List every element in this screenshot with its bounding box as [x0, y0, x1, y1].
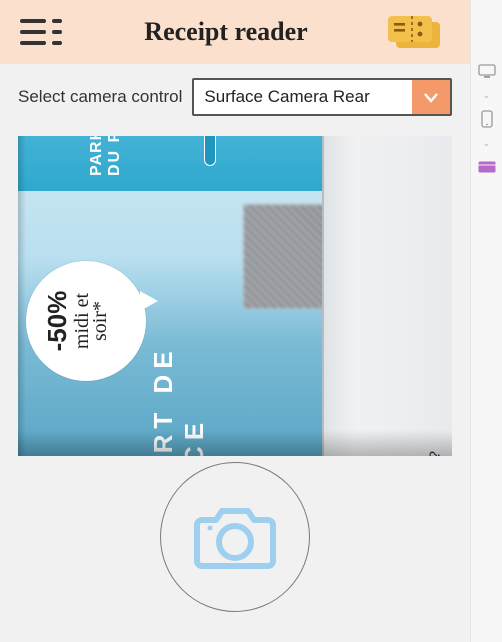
app-title: Receipt reader	[78, 17, 374, 47]
card-preview-icon[interactable]	[477, 158, 497, 176]
ticket-icon	[386, 12, 450, 52]
camera-select[interactable]: Surface Camera Rear	[192, 78, 452, 116]
device-preview-rail: ⌄ ⌄	[470, 0, 502, 642]
chevron-down-icon[interactable]: ⌄	[477, 134, 497, 152]
capture-button[interactable]	[160, 462, 310, 612]
receipt-header-text: PARKINGS DU PORT	[88, 136, 123, 176]
camera-icon	[192, 502, 278, 572]
camera-select-label: Select camera control	[18, 87, 182, 107]
app-frame: Receipt reader Select camera control Sur…	[0, 0, 470, 642]
desktop-preview-icon[interactable]	[477, 62, 497, 80]
phone-preview-icon[interactable]	[477, 110, 497, 128]
chevron-down-icon[interactable]: ⌄	[477, 86, 497, 104]
menu-icon[interactable]	[20, 14, 66, 50]
capture-row	[0, 456, 470, 612]
camera-preview-container: PARKINGS DU PORT PORT DE NICE -50% midi …	[0, 124, 470, 456]
promo-bubble: -50% midi et soir*	[26, 261, 146, 381]
camera-preview[interactable]: PARKINGS DU PORT PORT DE NICE -50% midi …	[18, 136, 452, 456]
camera-select-row: Select camera control Surface Camera Rea…	[0, 64, 470, 124]
camera-select-value: Surface Camera Rear	[194, 80, 412, 114]
app-header: Receipt reader	[0, 0, 470, 64]
chevron-down-icon	[412, 80, 450, 114]
